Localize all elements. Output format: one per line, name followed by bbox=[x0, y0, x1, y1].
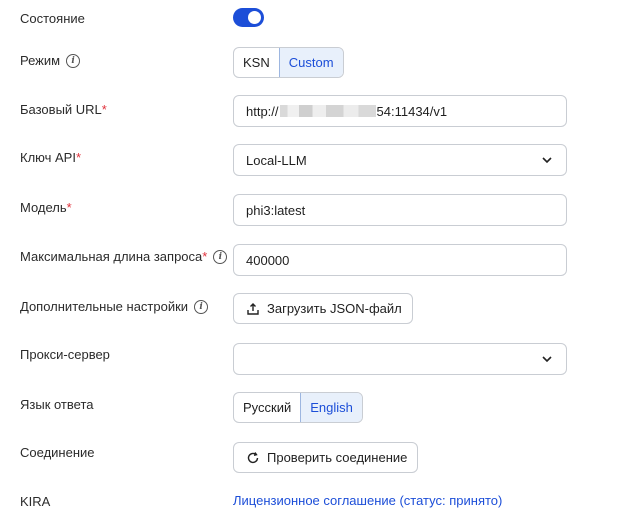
language-option-english[interactable]: English bbox=[300, 393, 362, 422]
mode-label: Режим i bbox=[20, 53, 81, 69]
connection-label: Соединение bbox=[20, 445, 95, 460]
mode-option-ksn[interactable]: KSN bbox=[234, 48, 279, 77]
max-request-input[interactable]: 400000 bbox=[233, 244, 567, 276]
language-option-russian[interactable]: Русский bbox=[234, 393, 300, 422]
state-toggle[interactable] bbox=[233, 8, 264, 27]
state-label: Состояние bbox=[20, 11, 85, 26]
redacted-host bbox=[279, 105, 376, 117]
api-key-label: Ключ API * bbox=[20, 150, 82, 165]
upload-icon bbox=[247, 302, 259, 315]
base-url-label: Базовый URL * bbox=[20, 102, 107, 117]
info-icon[interactable]: i bbox=[213, 250, 228, 264]
kira-label: KIRA bbox=[20, 494, 51, 509]
refresh-icon bbox=[247, 451, 259, 463]
chevron-down-icon bbox=[542, 356, 552, 363]
max-request-label: Максимальная длина запроса * i bbox=[20, 249, 228, 265]
response-language-segmented-control: Русский English bbox=[233, 392, 363, 423]
upload-json-button[interactable]: Загрузить JSON-файл bbox=[233, 293, 413, 324]
proxy-label: Прокси-сервер bbox=[20, 347, 110, 362]
mode-option-custom[interactable]: Custom bbox=[278, 48, 343, 77]
info-icon[interactable]: i bbox=[66, 54, 81, 68]
license-agreement-link[interactable]: Лицензионное соглашение (статус: принято… bbox=[233, 493, 502, 508]
base-url-input[interactable]: http://54:11434/v1 bbox=[233, 95, 567, 127]
chevron-down-icon bbox=[542, 157, 552, 164]
check-connection-button[interactable]: Проверить соединение bbox=[233, 442, 419, 473]
proxy-select[interactable] bbox=[233, 343, 567, 375]
response-language-label: Язык ответа bbox=[20, 397, 94, 412]
api-key-select[interactable]: Local-LLM bbox=[233, 144, 567, 176]
toggle-knob bbox=[248, 11, 261, 24]
mode-segmented-control: KSN Custom bbox=[233, 47, 344, 78]
model-label: Модель * bbox=[20, 200, 72, 215]
extra-settings-label: Дополнительные настройки i bbox=[20, 299, 209, 315]
info-icon[interactable]: i bbox=[194, 300, 209, 314]
model-input[interactable]: phi3:latest bbox=[233, 194, 567, 226]
